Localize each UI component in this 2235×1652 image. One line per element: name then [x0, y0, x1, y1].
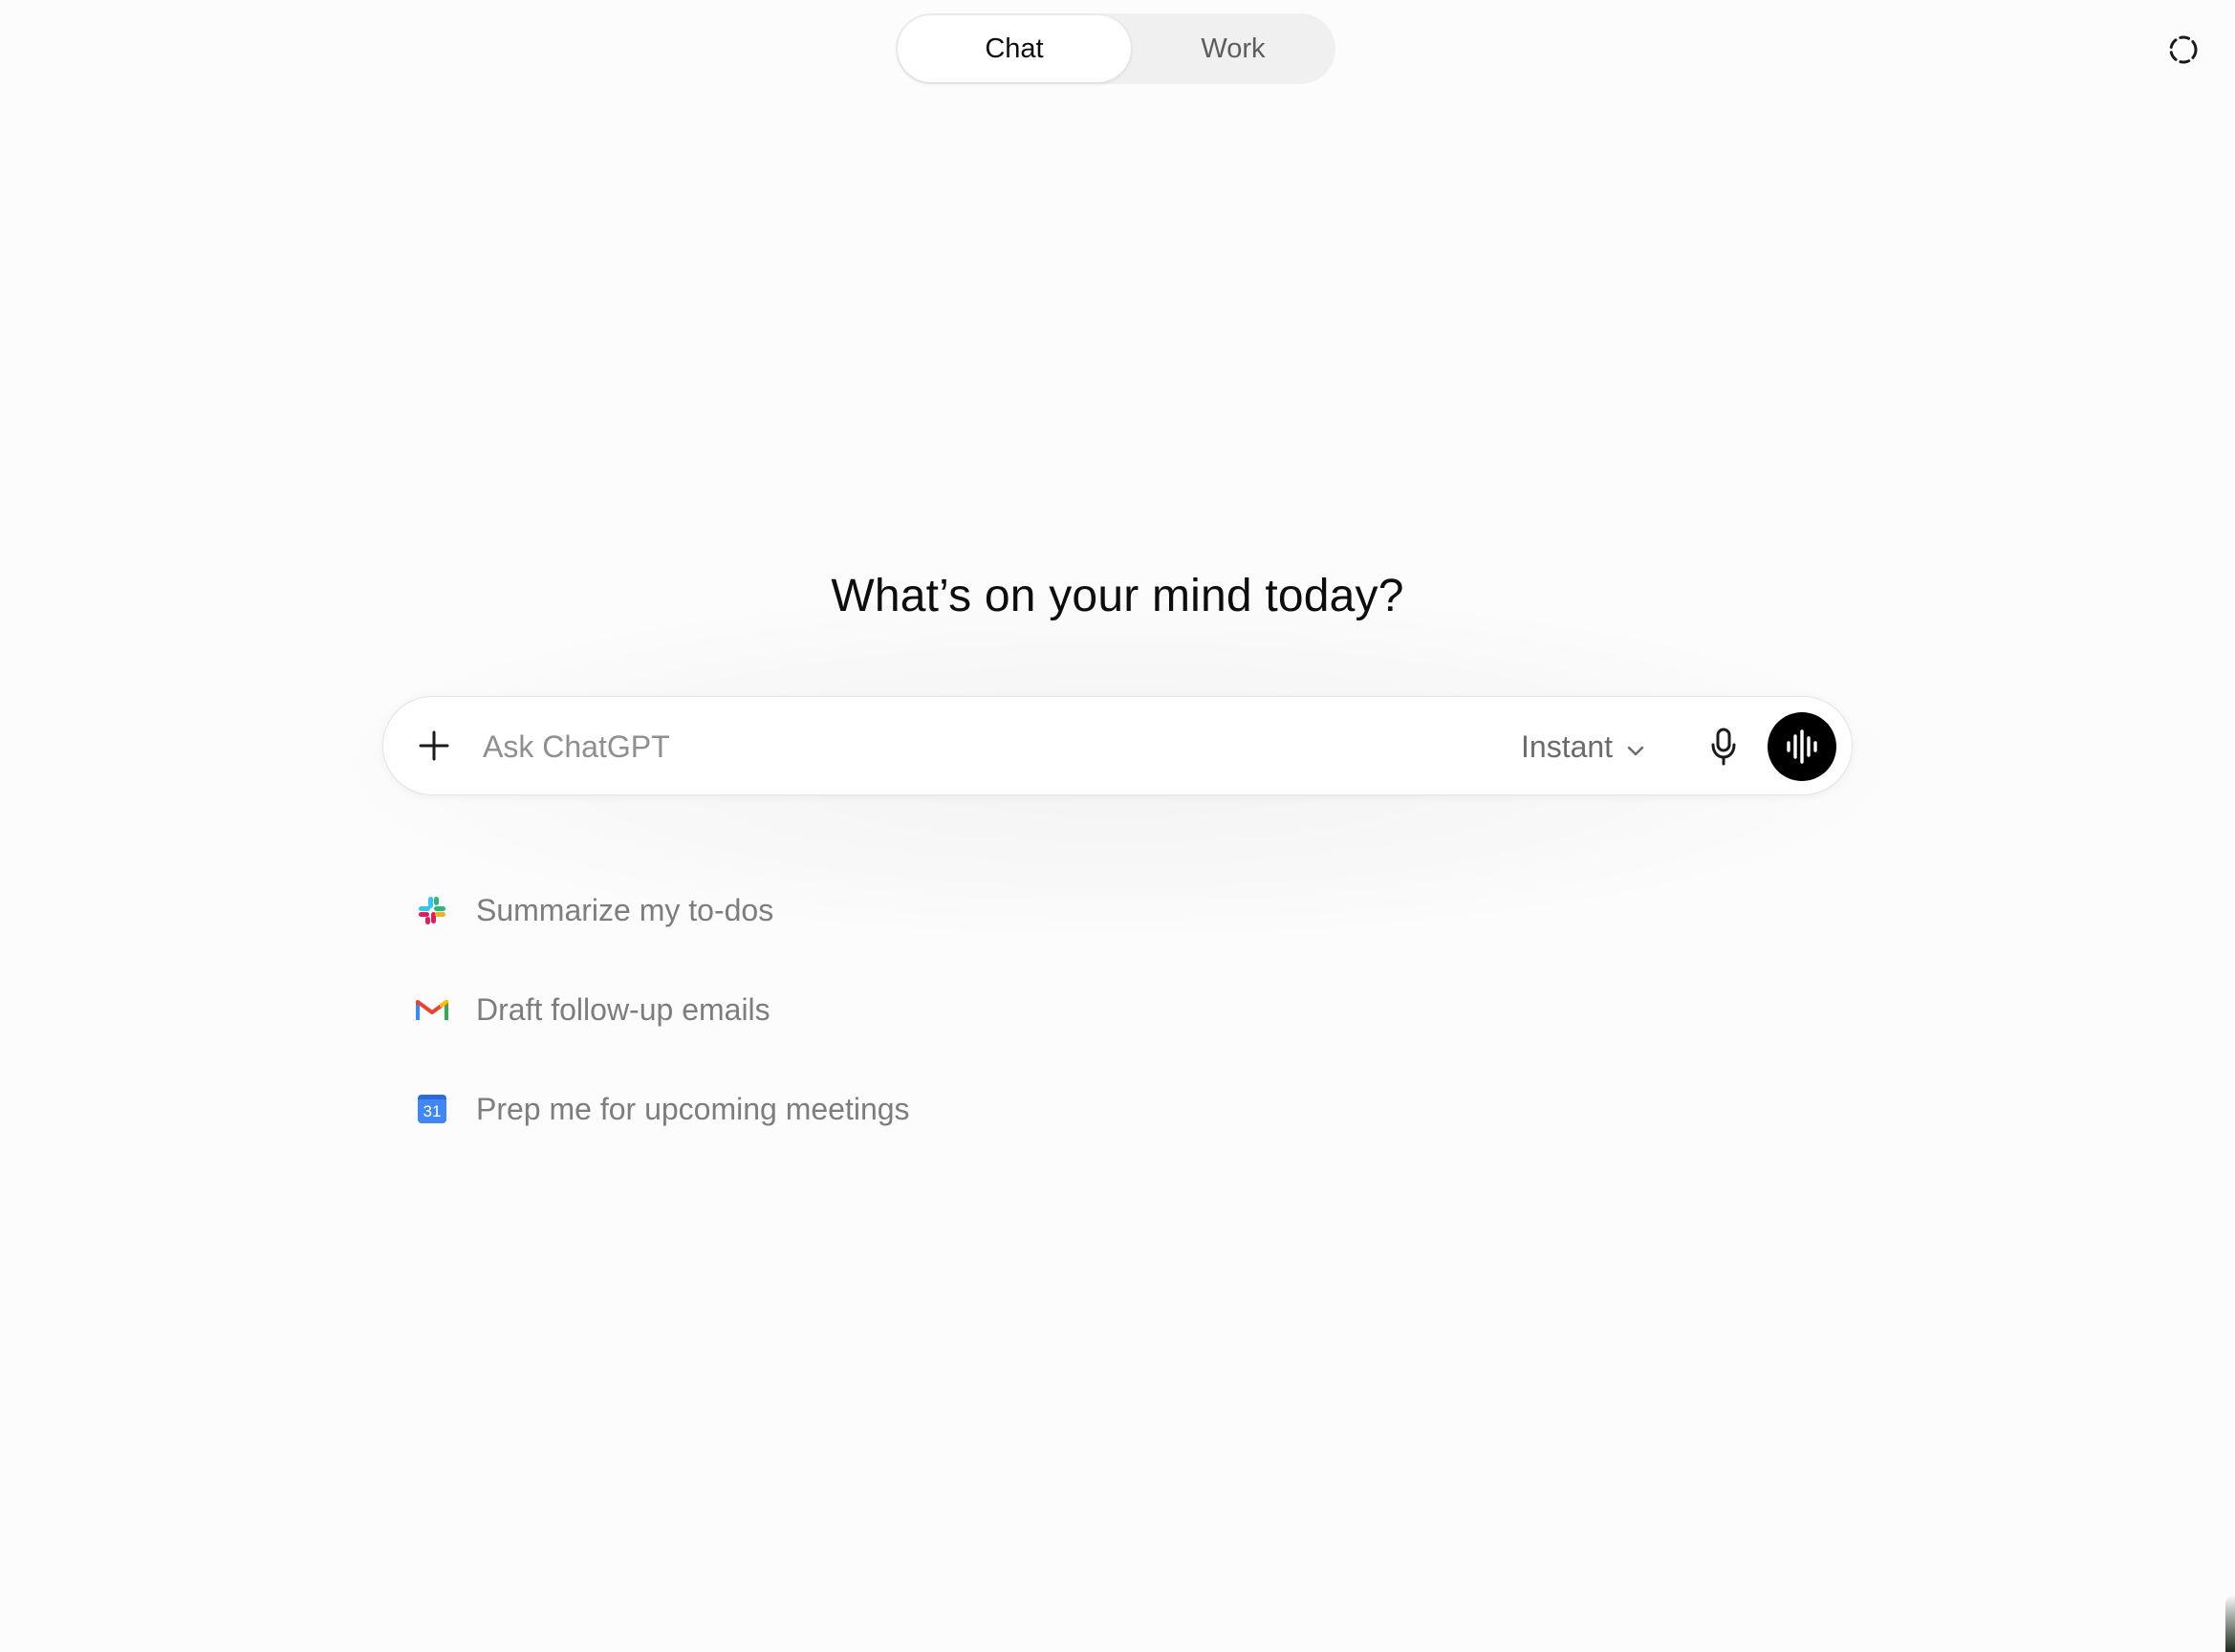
tab-chat[interactable]: Chat	[898, 15, 1131, 82]
window-corner-shadow	[2225, 1595, 2235, 1652]
suggestion-label: Prep me for upcoming meetings	[476, 1091, 910, 1126]
calendar-day-number: 31	[418, 1095, 446, 1123]
microphone-icon[interactable]	[1699, 722, 1748, 772]
chat-home-page: Chat Work What’s on your mind today? Ins…	[0, 0, 2235, 1652]
suggestion-draft-emails[interactable]: Draft follow-up emails	[415, 960, 1275, 1059]
suggestion-list: Summarize my to-dos Draft follow-up emai…	[415, 860, 1275, 1159]
suggestion-prep-meetings[interactable]: 31 Prep me for upcoming meetings	[415, 1059, 1275, 1159]
google-calendar-icon: 31	[415, 1092, 449, 1126]
model-selector[interactable]: Instant	[1521, 722, 1645, 772]
suggestion-label: Draft follow-up emails	[476, 991, 770, 1027]
prompt-input[interactable]	[483, 720, 1400, 773]
plus-icon[interactable]	[410, 722, 458, 770]
voice-waveform-icon[interactable]	[1768, 712, 1836, 781]
dashed-circle-icon[interactable]	[2164, 31, 2202, 69]
suggestion-label: Summarize my to-dos	[476, 892, 774, 927]
mode-switch: Chat Work	[896, 13, 1335, 84]
gmail-icon	[415, 992, 449, 1027]
suggestion-summarize-todos[interactable]: Summarize my to-dos	[415, 860, 1275, 960]
model-selector-label: Instant	[1521, 728, 1614, 764]
slack-icon	[415, 893, 449, 927]
chevron-down-icon	[1626, 729, 1645, 765]
composer: Instant	[382, 696, 1853, 795]
tab-work[interactable]: Work	[1133, 15, 1334, 82]
